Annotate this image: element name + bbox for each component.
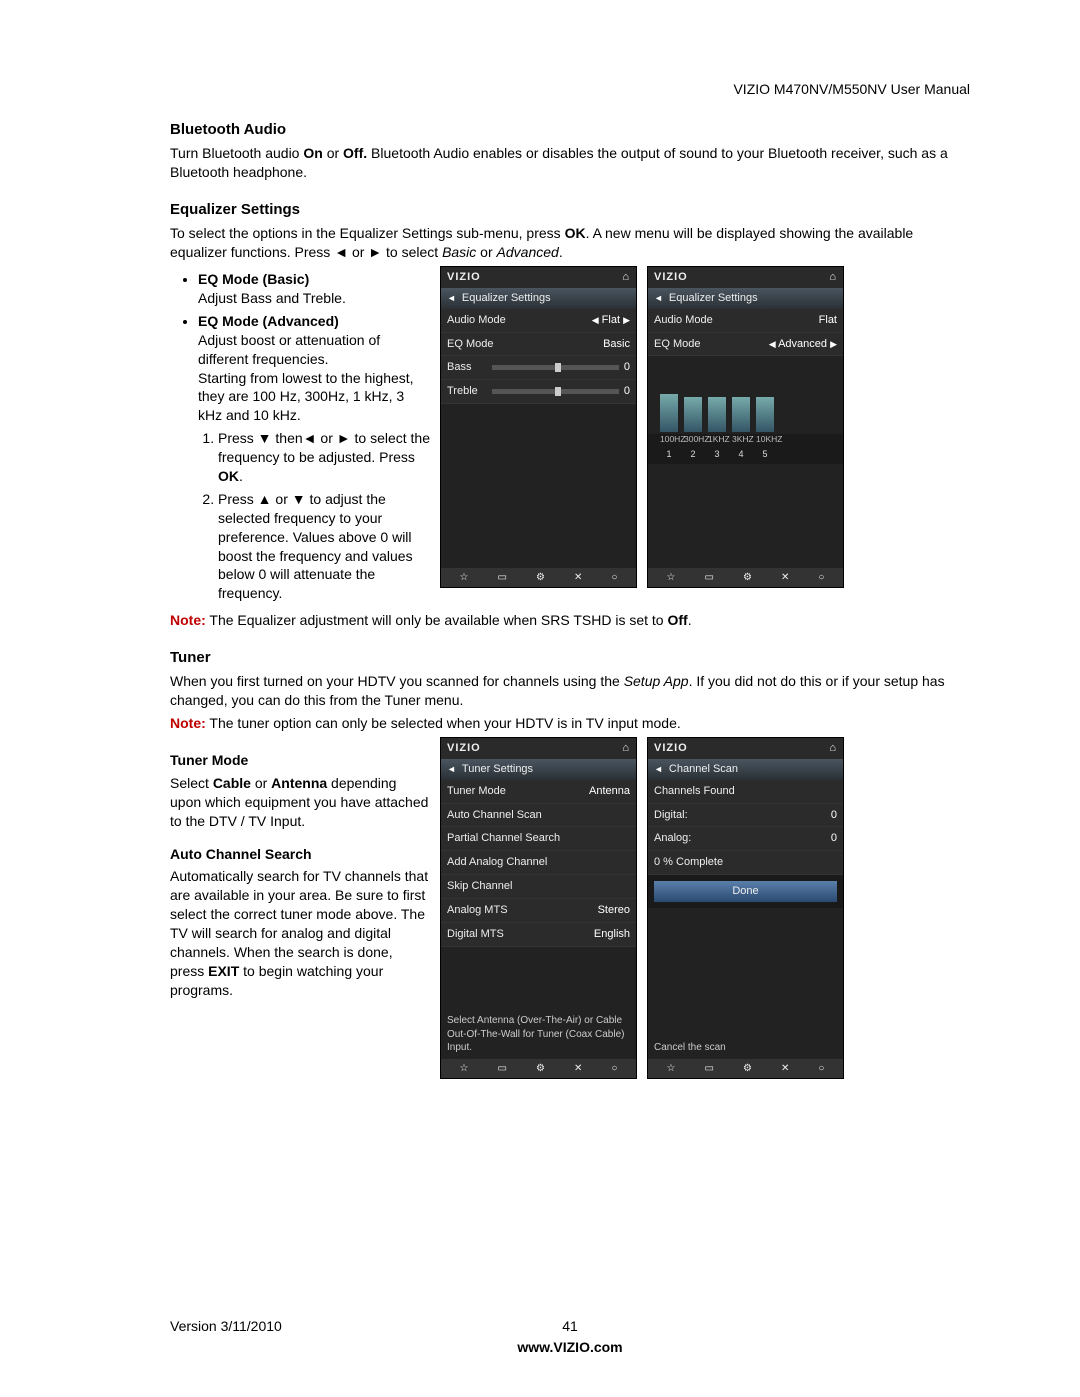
eq-bar-chart xyxy=(648,356,843,434)
eq-freq-nums: 1 2 3 4 5 xyxy=(648,448,843,464)
eq-freq-labels: 100HZ 300HZ 1KHZ 3KHZ 10KHZ xyxy=(648,434,843,447)
eq-basic-item: EQ Mode (Basic) Adjust Bass and Treble. xyxy=(198,270,430,308)
eq-step-2: Press ▲ or ▼ to adjust the selected freq… xyxy=(218,490,430,603)
page-footer: Version 3/11/2010 41 www.VIZIO.com xyxy=(170,1317,970,1357)
url-label: www.VIZIO.com xyxy=(370,1338,770,1357)
row-analog-mts: Analog MTS Stereo xyxy=(441,899,636,923)
heading-tuner: Tuner xyxy=(170,648,970,668)
bt-paragraph: Turn Bluetooth audio On or Off. Bluetoot… xyxy=(170,144,970,182)
shot-footer-icons: ☆ ▭ ⚙ ✕ ○ xyxy=(441,1059,636,1079)
home-icon: ⌂ xyxy=(829,741,837,756)
eq-paragraph: To select the options in the Equalizer S… xyxy=(170,224,970,262)
row-audio-mode: Audio Mode Flat xyxy=(648,309,843,333)
eq-bullets: EQ Mode (Basic) Adjust Bass and Treble. … xyxy=(170,266,430,607)
back-icon: ◄ xyxy=(447,763,456,775)
row-bass: Bass 0 xyxy=(441,356,636,380)
eq-note: Note: The Equalizer adjustment will only… xyxy=(170,611,970,630)
home-icon: ⌂ xyxy=(622,270,630,285)
brand-label: VIZIO xyxy=(654,741,688,756)
row-skip-channel: Skip Channel xyxy=(441,875,636,899)
shot-footer-icons: ☆ ▭ ⚙ ✕ ○ xyxy=(648,1059,843,1079)
home-icon: ⌂ xyxy=(829,270,837,285)
heading-tuner-mode: Tuner Mode xyxy=(170,751,430,770)
row-channels-found: Channels Found xyxy=(648,780,843,804)
back-icon: ◄ xyxy=(447,292,456,304)
row-add-analog-channel: Add Analog Channel xyxy=(441,851,636,875)
tuner-hint: Select Antenna (Over-The-Air) or Cable O… xyxy=(441,1010,636,1059)
version-label: Version 3/11/2010 xyxy=(170,1317,370,1357)
row-partial-channel-search: Partial Channel Search xyxy=(441,827,636,851)
menu-title: Equalizer Settings xyxy=(669,291,758,306)
brand-label: VIZIO xyxy=(447,741,481,756)
row-treble: Treble 0 xyxy=(441,380,636,404)
eq-step-1: Press ▼ then◄ or ► to select the frequen… xyxy=(218,429,430,486)
tuner-mode-text: Select Cable or Antenna depending upon w… xyxy=(170,774,430,831)
heading-bluetooth: Bluetooth Audio xyxy=(170,120,970,140)
brand-label: VIZIO xyxy=(447,270,481,285)
heading-auto-channel-search: Auto Channel Search xyxy=(170,845,430,864)
page-content: Bluetooth Audio Turn Bluetooth audio On … xyxy=(170,120,970,1079)
row-eq-mode: EQ Mode ◀ Advanced ▶ xyxy=(648,333,843,357)
back-icon: ◄ xyxy=(654,763,663,775)
row-digital-mts: Digital MTS English xyxy=(441,923,636,947)
home-icon: ⌂ xyxy=(622,741,630,756)
back-icon: ◄ xyxy=(654,292,663,304)
shot-footer-icons: ☆ ▭ ⚙ ✕ ○ xyxy=(441,568,636,588)
shot-footer-icons: ☆ ▭ ⚙ ✕ ○ xyxy=(648,568,843,588)
tuner-note: Note: The tuner option can only be selec… xyxy=(170,714,970,733)
row-analog-count: Analog: 0 xyxy=(648,827,843,851)
tuner-text-col: Tuner Mode Select Cable or Antenna depen… xyxy=(170,737,430,1079)
screenshot-tuner-settings: VIZIO ⌂ ◄ Tuner Settings Tuner Mode Ante… xyxy=(440,737,637,1079)
tuner-paragraph: When you first turned on your HDTV you s… xyxy=(170,672,970,710)
screenshot-eq-advanced: VIZIO ⌂ ◄ Equalizer Settings Audio Mode … xyxy=(647,266,844,588)
eq-adv-item: EQ Mode (Advanced) Adjust boost or atten… xyxy=(198,312,430,603)
manual-title: VIZIO M470NV/M550NV User Manual xyxy=(733,80,970,99)
heading-eq: Equalizer Settings xyxy=(170,200,970,220)
row-percent-complete: 0 % Complete xyxy=(648,851,843,875)
screenshot-eq-basic: VIZIO ⌂ ◄ Equalizer Settings Audio Mode … xyxy=(440,266,637,588)
document-page: VIZIO M470NV/M550NV User Manual Bluetoot… xyxy=(0,0,1080,1397)
scan-hint: Cancel the scan xyxy=(648,1037,843,1059)
row-tuner-mode: Tuner Mode Antenna xyxy=(441,780,636,804)
menu-title: Channel Scan xyxy=(669,762,738,777)
menu-title: Tuner Settings xyxy=(462,762,533,777)
row-audio-mode: Audio Mode ◀ Flat ▶ xyxy=(441,309,636,333)
row-eq-mode: EQ Mode Basic xyxy=(441,333,636,357)
done-button: Done xyxy=(654,881,837,902)
page-number: 41 xyxy=(370,1317,770,1336)
row-auto-channel-scan: Auto Channel Scan xyxy=(441,804,636,828)
menu-title: Equalizer Settings xyxy=(462,291,551,306)
auto-channel-search-text: Automatically search for TV channels tha… xyxy=(170,867,430,999)
screenshot-channel-scan: VIZIO ⌂ ◄ Channel Scan Channels Found Di… xyxy=(647,737,844,1079)
row-digital-count: Digital: 0 xyxy=(648,804,843,828)
brand-label: VIZIO xyxy=(654,270,688,285)
